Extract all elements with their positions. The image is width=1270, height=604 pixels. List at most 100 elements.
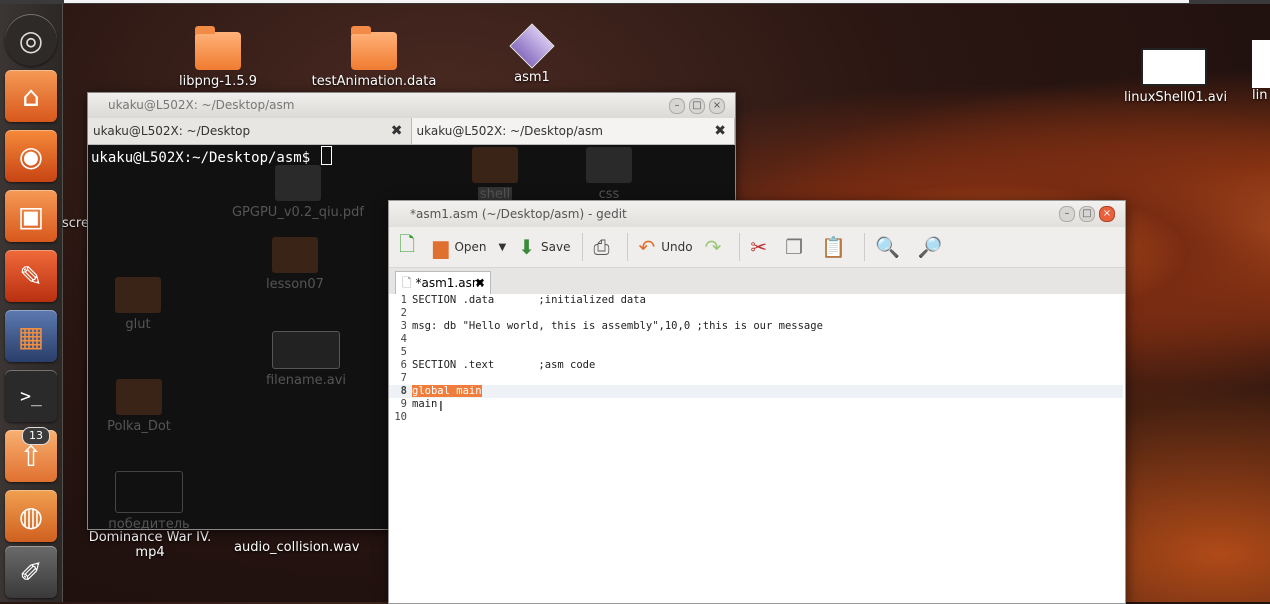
folder-icon [195, 26, 241, 70]
chevron-down-icon: ▼ [498, 241, 507, 253]
text-cursor-ibeam: I [439, 400, 443, 415]
maximize-icon[interactable]: □ [689, 98, 705, 114]
home-folder-icon[interactable]: ⌂ [5, 70, 57, 122]
toolbar-separator [863, 233, 865, 261]
save-icon: ⬇ [518, 235, 536, 259]
firefox-icon[interactable]: ◉ [5, 130, 57, 182]
folder-icon [351, 26, 397, 70]
code-line-current[interactable]: 8 global main [389, 385, 1123, 398]
tab-asm1[interactable]: 🗋 *asm1.asm ✖ [395, 271, 491, 294]
gedit-title: *asm1.asm (~/Desktop/asm) - gedit [410, 207, 627, 221]
new-button[interactable]: 🗋 [399, 230, 421, 264]
top-panel [0, 0, 1270, 4]
bg-folder-lesson07: lesson07 [260, 237, 330, 292]
copy-icon: ❐ [785, 235, 804, 259]
text-cursor [320, 146, 332, 165]
undo-button[interactable]: ↶ Undo [638, 235, 692, 259]
close-tab-icon[interactable]: ✖ [714, 118, 726, 144]
ubuntu-icon[interactable]: ◎ [5, 14, 57, 66]
replace-button[interactable]: 🔎 [918, 235, 949, 259]
system-settings-icon[interactable]: ✎ [5, 250, 57, 302]
paste-icon: 📋 [821, 235, 846, 259]
code-line[interactable]: 6 SECTION .text ;asm code [389, 359, 1123, 372]
code-line[interactable]: 1 SECTION .data ;initialized data [389, 294, 1123, 307]
desktop-folder-testanimation[interactable]: testAnimation.data [310, 26, 438, 89]
prompt-text: ukaku@L502X:~/Desktop/asm$ [91, 150, 311, 166]
find-button[interactable]: 🔍 [875, 235, 906, 259]
toolbar-separator [627, 233, 629, 261]
selected-text: global main [412, 385, 482, 397]
text-editor[interactable]: 1 SECTION .data ;initialized data 2 3 msg:… [389, 294, 1125, 603]
minimize-icon[interactable]: – [1059, 206, 1075, 222]
tab-label: ukaku@L502X: ~/Desktop/asm [416, 124, 603, 138]
terminal-titlebar[interactable]: ukaku@L502X: ~/Desktop/asm – □ × [88, 93, 735, 118]
paste-button[interactable]: 📋 [821, 235, 852, 259]
terminal-tabs: ukaku@L502X: ~/Desktop ✖ ukaku@L502X: ~/… [88, 118, 735, 145]
new-document-icon: 🗋 [399, 232, 416, 256]
gedit-window[interactable]: *asm1.asm (~/Desktop/asm) - gedit – □ × … [388, 200, 1126, 604]
line-number: 8 [400, 385, 407, 397]
bg-file-css: css [584, 147, 634, 202]
copy-button[interactable]: ❐ [785, 235, 809, 259]
bg-file-video: победитель [106, 471, 192, 529]
line-number: 7 [400, 372, 407, 384]
cut-button[interactable]: ✂ [750, 235, 773, 259]
line-text: msg: db "Hello world, this is assembly",… [412, 320, 823, 332]
text-editor-icon[interactable]: ✐ [5, 546, 57, 598]
code-line[interactable]: 5 [389, 346, 1123, 359]
line-number: 2 [400, 307, 407, 319]
line-number: 1 [400, 294, 407, 306]
file-icon [1252, 40, 1270, 88]
bg-folder-glut: glut [110, 277, 166, 332]
desktop-file-dominance-war[interactable]: Dominance War IV. mp4 [88, 530, 212, 560]
desktop-file-partial[interactable]: lin [1252, 40, 1270, 103]
update-badge: 13 [22, 427, 50, 445]
software-center-icon[interactable]: ▣ [5, 190, 57, 242]
save-button[interactable]: ⬇ Save [518, 235, 570, 259]
terminal-prompt[interactable]: ukaku@L502X:~/Desktop/asm$ [91, 146, 332, 166]
bg-folder-shell: shell [470, 147, 520, 202]
chrome-icon[interactable]: ◍ [5, 490, 57, 542]
code-line[interactable]: 10 [389, 411, 1123, 424]
line-text: main [412, 398, 438, 410]
terminal-tab-desktop[interactable]: ukaku@L502X: ~/Desktop ✖ [88, 118, 412, 144]
close-icon[interactable]: × [709, 98, 725, 114]
open-dropdown[interactable]: ▼ [499, 242, 507, 253]
print-button[interactable]: ⎙ [593, 235, 615, 259]
printer-icon: ⎙ [593, 235, 610, 259]
save-label: Save [541, 240, 571, 254]
code-line[interactable]: 2 [389, 307, 1123, 320]
video-file-icon [1141, 48, 1207, 86]
code-line[interactable]: 7 [389, 372, 1123, 385]
desktop-file-asm1[interactable]: asm1 [502, 23, 562, 85]
code-line[interactable]: 9 main [389, 398, 1123, 411]
close-icon[interactable]: × [1099, 206, 1115, 222]
line-text: SECTION .text ;asm code [412, 359, 596, 371]
gedit-titlebar[interactable]: *asm1.asm (~/Desktop/asm) - gedit – □ × [389, 201, 1125, 227]
undo-icon: ↶ [638, 235, 656, 259]
desktop-file-linuxshell[interactable]: linuxShell01.avi [1124, 48, 1227, 105]
desktop-folder-libpng[interactable]: libpng-1.5.9 [178, 26, 258, 89]
terminal-title: ukaku@L502X: ~/Desktop/asm [108, 98, 295, 112]
minimize-icon[interactable]: – [669, 98, 685, 114]
redo-button[interactable]: ↷ [705, 235, 728, 259]
document-icon: 🗋 [402, 276, 412, 290]
code-line[interactable]: 3 msg: db "Hello world, this is assembly"… [389, 320, 1123, 333]
code-line[interactable]: 4 [389, 333, 1123, 346]
open-label: Open [454, 240, 487, 254]
tab-label: ukaku@L502X: ~/Desktop [93, 124, 251, 138]
terminal-icon[interactable]: >_ [5, 370, 57, 422]
search-icon: 🔍 [874, 235, 900, 259]
line-number: 5 [400, 346, 407, 358]
maximize-icon[interactable]: □ [1079, 206, 1095, 222]
workspace-icon[interactable]: ▦ [5, 310, 57, 362]
terminal-tab-asm[interactable]: ukaku@L502X: ~/Desktop/asm ✖ [411, 118, 735, 144]
open-button[interactable]: ▆ Open [433, 235, 486, 259]
file-icon [509, 23, 555, 69]
close-tab-icon[interactable]: ✖ [391, 118, 403, 144]
unity-launcher: ◎ ⌂ ◉ ▣ ✎ ▦ >_ ⇧ 13 ◍ ✐ [0, 4, 63, 602]
bg-file-pdf: GPGPU_v0.2_qiu.pdf [218, 165, 378, 220]
toolbar-separator [582, 233, 584, 261]
close-tab-icon[interactable]: ✖ [475, 272, 485, 294]
desktop-file-audio-collision[interactable]: audio_collision.wav [234, 540, 359, 555]
